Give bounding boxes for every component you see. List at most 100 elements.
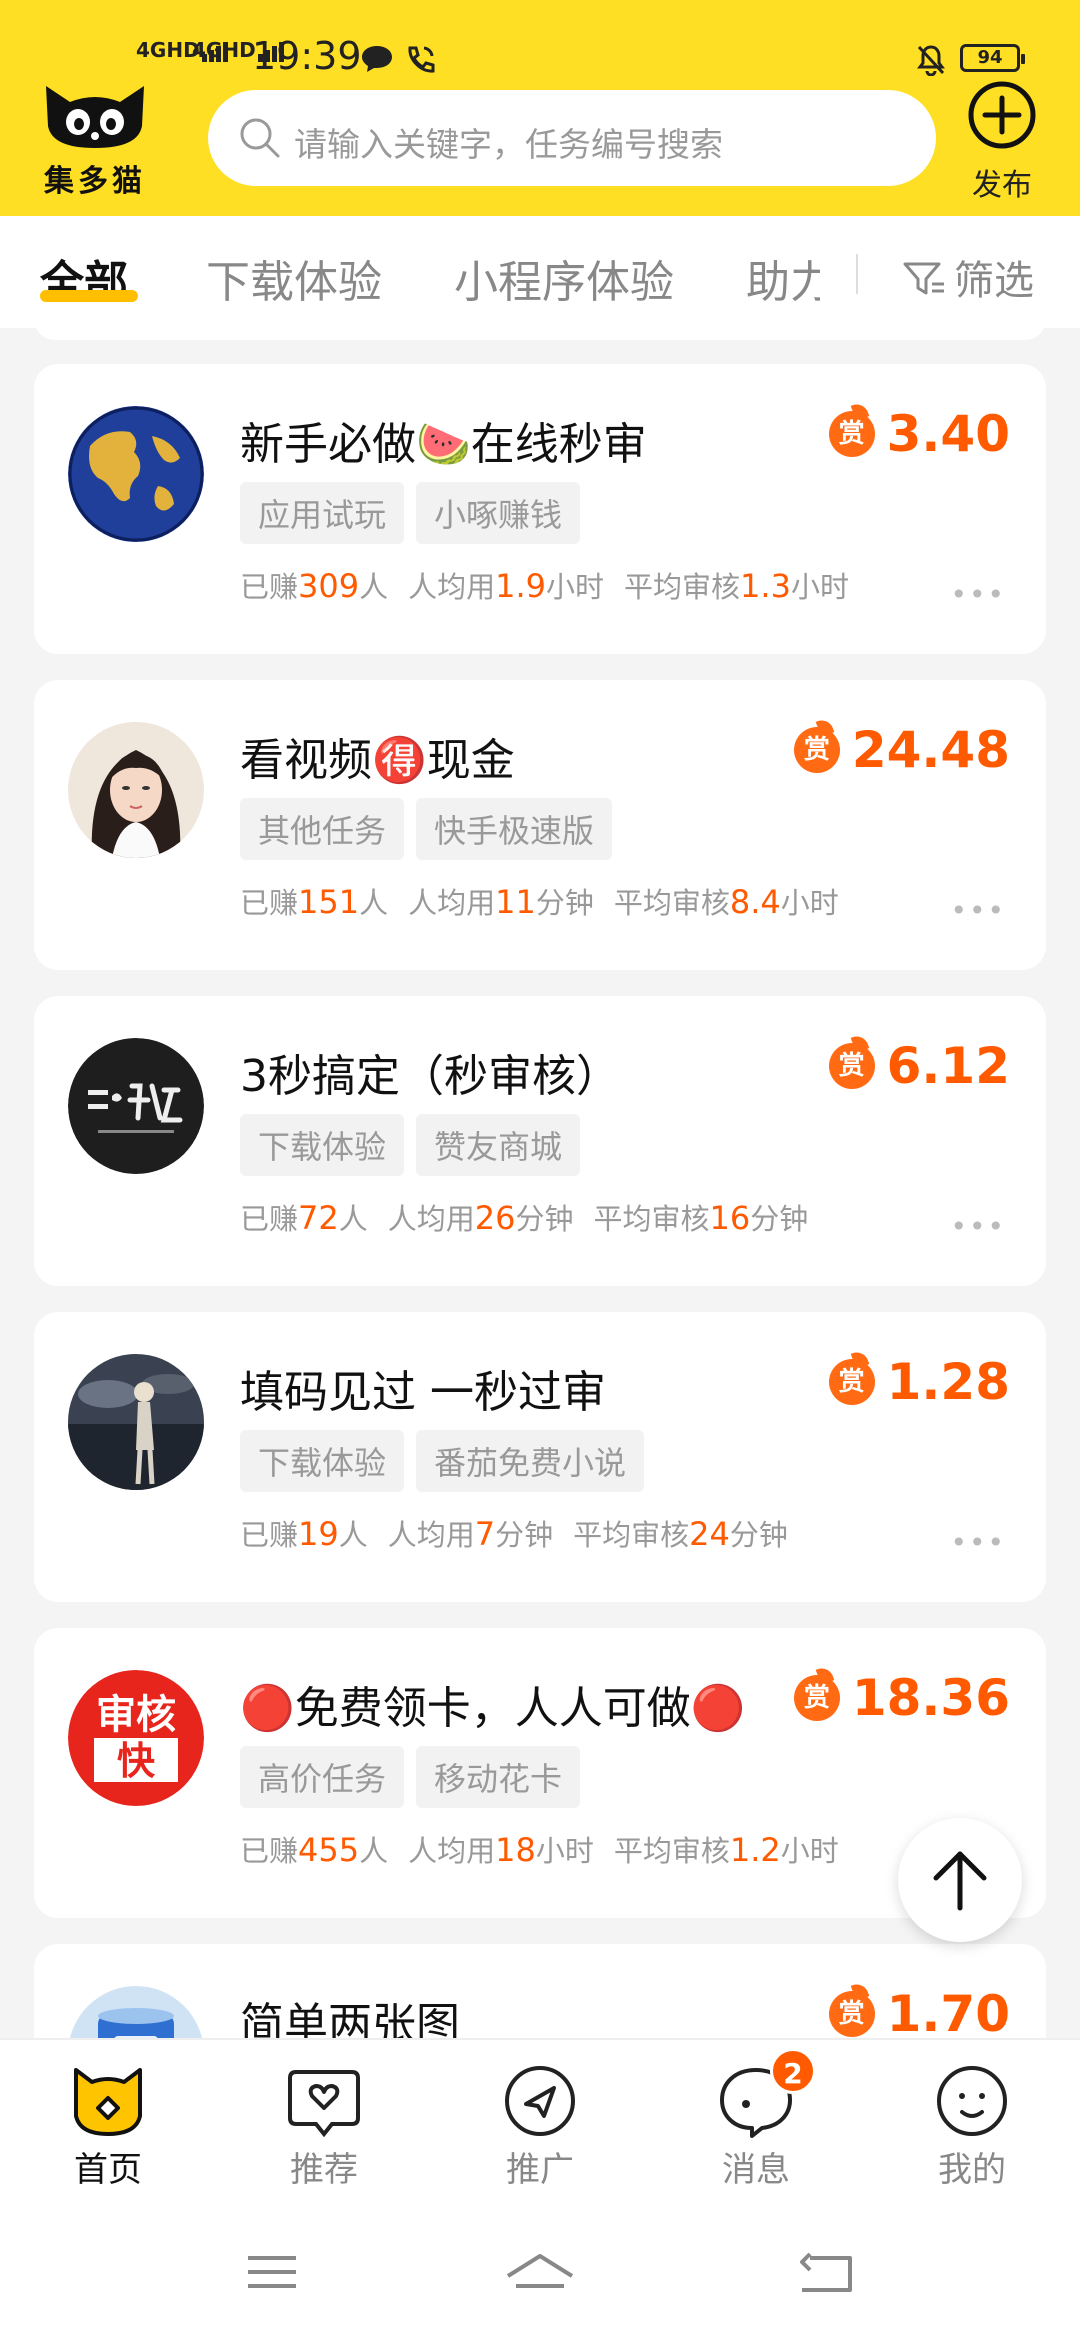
more-options-icon[interactable]: ••• <box>950 1526 1006 1559</box>
send-circle-icon <box>505 2066 575 2136</box>
search-bar[interactable]: 请输入关键字，任务编号搜索 <box>208 90 936 186</box>
arrow-up-icon <box>933 1851 987 1911</box>
task-title: 🔴免费领卡，人人可做🔴 <box>240 1683 746 1734</box>
tab-divider <box>856 254 858 294</box>
night-figure-avatar-icon <box>68 1354 204 1490</box>
reward-amount: 18.36 <box>851 1669 1010 1727</box>
task-title: 新手必做🍉在线秒审 <box>240 419 647 470</box>
plus-circle-icon <box>968 81 1036 149</box>
reward: 赏 6.12 <box>828 1036 1010 1096</box>
reward-badge-icon: 赏 <box>793 1675 840 1721</box>
previous-card-edge <box>34 328 1046 340</box>
task-tag: 赞友商城 <box>416 1114 581 1176</box>
search-placeholder: 请输入关键字，任务编号搜索 <box>294 125 723 164</box>
reward-badge-icon: 赏 <box>828 1359 875 1405</box>
task-card[interactable]: 填码见过 一秒过审 赏 1.28 下载体验 番茄免费小说 已赚19人 人均用7分钟… <box>34 1312 1046 1602</box>
publish-button[interactable]: 发布 <box>956 80 1048 204</box>
task-title: 3秒搞定（秒审核） <box>240 1051 620 1102</box>
reward-badge-icon: 赏 <box>828 411 875 457</box>
task-card[interactable]: 看视频🉐现金 赏 24.48 其他任务 快手极速版 已赚151人 人均用11分钟平… <box>34 680 1046 970</box>
nav-messages-label: 消息 <box>722 2150 790 2190</box>
nav-promote-label: 推广 <box>506 2150 574 2190</box>
task-card[interactable]: 审核 快 🔴免费领卡，人人可做🔴 赏 18.36 高价任务 移动花卡 已赚455… <box>34 1628 1046 1918</box>
reward-amount: 6.12 <box>886 1037 1010 1095</box>
woman-avatar-icon <box>68 722 204 858</box>
filter-button[interactable]: 筛选 <box>902 248 1034 306</box>
nav-recommend[interactable]: 推荐 <box>254 2064 394 2191</box>
task-tag: 番茄免费小说 <box>416 1430 645 1492</box>
avatar <box>68 1354 204 1490</box>
tab-help[interactable]: 助力 <box>746 246 820 310</box>
task-card[interactable]: 3秒搞定（秒审核） 赏 6.12 下载体验 赞友商城 已赚72人 人均用26分钟平… <box>34 996 1046 1286</box>
avatar-text-top: 审核 <box>96 1692 176 1738</box>
nav-profile[interactable]: 我的 <box>902 2064 1042 2191</box>
tab-miniprogram[interactable]: 小程序体验 <box>454 246 674 310</box>
back-to-top-button[interactable] <box>898 1818 1022 1942</box>
reward-amount: 1.28 <box>886 1353 1010 1411</box>
more-options-icon[interactable]: ••• <box>950 1210 1006 1243</box>
system-navigation-bar <box>0 2202 1080 2340</box>
home-icon[interactable] <box>504 2252 576 2296</box>
reward-amount: 3.40 <box>886 405 1010 463</box>
search-icon <box>240 118 280 158</box>
reward: 赏 1.28 <box>828 1352 1010 1412</box>
task-tags: 其他任务 快手极速版 <box>240 798 624 860</box>
task-tag: 其他任务 <box>240 798 405 860</box>
tab-help-clip: 助力 <box>746 216 820 328</box>
status-bar: 4GHD 4GHD 19:39 94 <box>0 0 1080 84</box>
task-tags: 应用试玩 小啄赚钱 <box>240 482 592 544</box>
reward-badge-icon: 赏 <box>828 1991 875 2037</box>
status-time: 19:39 <box>252 34 362 78</box>
task-tag: 小啄赚钱 <box>416 482 581 544</box>
cat-home-icon <box>74 2068 142 2136</box>
nav-promote[interactable]: 推广 <box>470 2064 610 2191</box>
task-tags: 下载体验 番茄免费小说 <box>240 1430 656 1492</box>
task-card[interactable]: 新手必做🍉在线秒审 赏 3.40 应用试玩 小啄赚钱 已赚309人 人均用1.9小… <box>34 364 1046 654</box>
heart-chat-icon <box>288 2070 360 2138</box>
reward: 赏 24.48 <box>793 720 1010 780</box>
filter-label: 筛选 <box>954 258 1034 304</box>
task-stats: 已赚151人 人均用11分钟 平均审核8.4小时 <box>240 883 839 921</box>
nav-home[interactable]: 首页 <box>38 2064 178 2191</box>
mute-bell-icon <box>917 45 945 76</box>
reward: 赏 3.40 <box>828 404 1010 464</box>
filter-icon <box>903 262 944 295</box>
chat-bubble-icon <box>362 46 392 72</box>
avatar: 审核 快 <box>68 1670 204 1806</box>
task-title: 填码见过 一秒过审 <box>240 1367 606 1418</box>
battery-indicator: 94 <box>960 44 1025 72</box>
reward: 赏 1.70 <box>828 1984 1010 2038</box>
globe-avatar-icon <box>68 406 204 542</box>
bottom-navigation: 首页 推荐 推广 消息 我的 <box>0 2038 1080 2202</box>
nav-recommend-label: 推荐 <box>290 2150 358 2190</box>
avatar-text-bottom: 快 <box>117 1739 156 1783</box>
avatar <box>68 722 204 858</box>
avatar <box>68 1986 204 2038</box>
back-icon[interactable] <box>796 2252 854 2296</box>
task-tag: 移动花卡 <box>416 1746 581 1808</box>
active-tab-indicator <box>40 290 138 302</box>
task-stats: 已赚72人 人均用26分钟 平均审核16分钟 <box>240 1199 809 1237</box>
task-card[interactable]: 简单两张图 赏 1.70 <box>34 1944 1046 2038</box>
cat-logo-icon <box>46 86 144 148</box>
task-title: 看视频🉐现金 <box>240 735 515 786</box>
nav-profile-label: 我的 <box>938 2150 1006 2190</box>
smiley-face-icon <box>937 2066 1007 2136</box>
menu-icon[interactable] <box>244 2252 300 2292</box>
task-tag: 下载体验 <box>240 1114 405 1176</box>
avatar <box>68 406 204 542</box>
publish-label: 发布 <box>972 168 1032 203</box>
more-options-icon[interactable]: ••• <box>950 578 1006 611</box>
logo-text: 集多猫 <box>44 164 146 199</box>
reward-badge-icon: 赏 <box>793 727 840 773</box>
task-stats: 已赚309人 人均用1.9小时 平均审核1.3小时 <box>240 567 849 605</box>
task-title: 简单两张图 <box>240 1999 460 2038</box>
tab-download[interactable]: 下载体验 <box>206 246 382 310</box>
dark-text-avatar-icon <box>68 1038 204 1174</box>
task-tag: 下载体验 <box>240 1430 405 1492</box>
task-tag: 应用试玩 <box>240 482 405 544</box>
task-tags: 下载体验 赞友商城 <box>240 1114 592 1176</box>
task-list: 新手必做🍉在线秒审 赏 3.40 应用试玩 小啄赚钱 已赚309人 人均用1.9小… <box>0 328 1080 2038</box>
more-options-icon[interactable]: ••• <box>950 894 1006 927</box>
phone-call-icon <box>408 46 435 73</box>
